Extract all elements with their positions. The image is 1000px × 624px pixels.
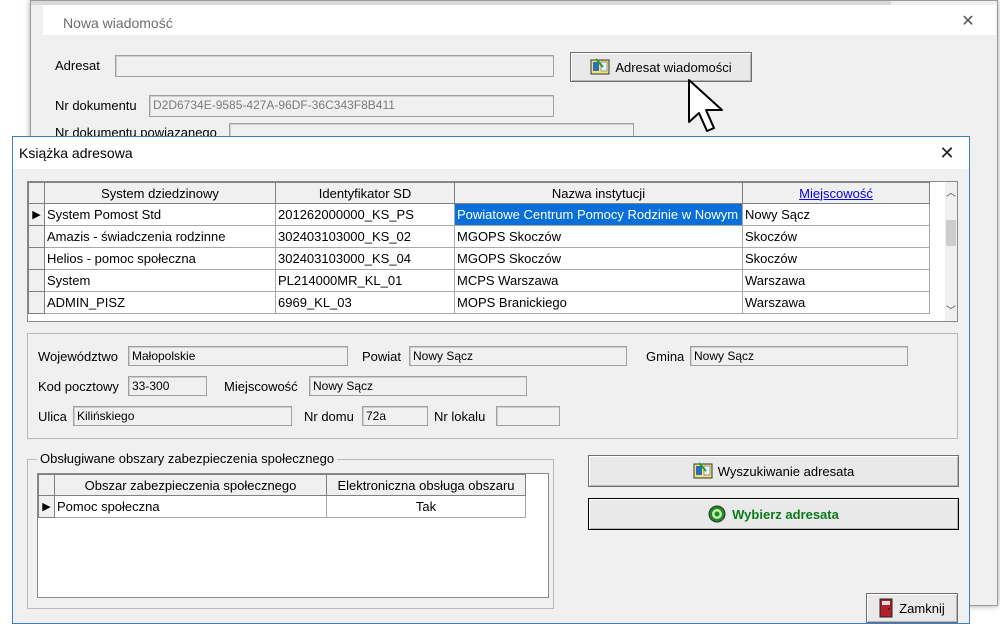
door-exit-icon (879, 598, 893, 618)
address-table: System dziedzinowy Identyfikator SD Nazw… (28, 182, 930, 314)
column-header-elektroniczna[interactable]: Elektroniczna obsługa obszaru (326, 474, 526, 496)
wybierz-adresata-button[interactable]: Wybierz adresata (588, 498, 959, 530)
table-cell[interactable]: MOPS Branickiego (454, 291, 743, 314)
indicator-header (28, 182, 45, 204)
adresat-wiadomosci-label: Adresat wiadomości (615, 59, 732, 75)
mouse-cursor-icon (688, 79, 723, 132)
row-indicator (28, 269, 45, 292)
powiat-label: Powiat (362, 349, 402, 364)
close-icon[interactable]: ✕ (935, 142, 959, 164)
table-row[interactable]: System PL214000MR_KL_01 MCPS Warszawa Wa… (28, 269, 930, 292)
table-cell[interactable]: Amazis - świadczenia rodzinne (44, 225, 276, 248)
scroll-up-icon[interactable]: ︿ (945, 184, 957, 200)
table-cell[interactable]: PL214000MR_KL_01 (275, 269, 455, 292)
wojewodztwo-field[interactable]: Małopolskie (128, 346, 348, 366)
table-cell[interactable]: 302403103000_KS_04 (275, 247, 455, 270)
table-row[interactable]: ▶ Pomoc społeczna Tak (38, 495, 526, 518)
table-cell[interactable]: MGOPS Skoczów (454, 225, 743, 248)
table-cell[interactable]: Helios - pomoc społeczna (44, 247, 276, 270)
nr-dokumentu-field[interactable]: D2D6734E-9585-427A-96DF-36C343F8B411 (149, 95, 554, 117)
nr-lokalu-field[interactable] (496, 406, 560, 426)
table-cell[interactable]: 302403103000_KS_02 (275, 225, 455, 248)
areas-table: Obszar zabezpieczenia społecznego Elektr… (38, 474, 526, 518)
table-cell[interactable]: 6969_KL_03 (275, 291, 455, 314)
table-cell[interactable]: Warszawa (742, 291, 930, 314)
row-indicator (28, 291, 45, 314)
miejscowosc-label: Miejscowość (224, 379, 298, 394)
nr-dokumentu-label: Nr dokumentu (55, 98, 137, 113)
kod-pocztowy-label: Kod pocztowy (38, 379, 119, 394)
table-row[interactable]: ADMIN_PISZ 6969_KL_03 MOPS Branickiego W… (28, 291, 930, 314)
table-cell[interactable]: System Pomost Std (44, 203, 276, 226)
row-pointer-icon: ▶ (28, 203, 45, 226)
ulica-field[interactable]: Kilińskiego (73, 406, 292, 426)
column-header-obszar[interactable]: Obszar zabezpieczenia społecznego (54, 474, 327, 496)
kod-pocztowy-field[interactable]: 33-300 (128, 376, 207, 396)
table-row[interactable]: Amazis - świadczenia rodzinne 3024031030… (28, 225, 930, 248)
indicator-header (38, 474, 55, 496)
row-indicator (28, 247, 45, 270)
zamknij-button[interactable]: Zamknij (866, 593, 958, 623)
nr-domu-label: Nr domu (304, 409, 354, 424)
address-book-titlebar: Książka adresowa ✕ (13, 137, 969, 169)
gmina-label: Gmina (646, 349, 685, 364)
address-table-header: System dziedzinowy Identyfikator SD Nazw… (28, 182, 930, 204)
areas-group-title: Obsługiwane obszary zabezpieczenia społe… (37, 451, 338, 466)
nr-domu-field[interactable]: 72a (362, 406, 428, 426)
table-row[interactable]: Helios - pomoc społeczna 302403103000_KS… (28, 247, 930, 270)
ulica-label: Ulica (38, 409, 67, 424)
table-cell[interactable]: Pomoc społeczna (54, 495, 327, 518)
table-cell[interactable]: MGOPS Skoczów (454, 247, 743, 270)
address-grid: System dziedzinowy Identyfikator SD Nazw… (27, 181, 958, 322)
gmina-field[interactable]: Nowy Sącz (690, 346, 908, 366)
address-book-window: Książka adresowa ✕ System dziedzinowy Id… (12, 136, 970, 624)
scroll-thumb[interactable] (946, 220, 956, 246)
scroll-down-icon[interactable]: ﹀ (945, 302, 957, 318)
address-book-title: Książka adresowa (19, 145, 133, 161)
nr-lokalu-label: Nr lokalu (434, 409, 486, 424)
target-icon (708, 505, 726, 523)
adresat-field[interactable] (115, 55, 554, 77)
table-cell[interactable]: Skoczów (742, 225, 930, 248)
table-cell[interactable]: 201262000000_KS_PS (275, 203, 455, 226)
row-pointer-icon: ▶ (38, 495, 55, 518)
new-message-titlebar: Nowa wiadomość ✕ (43, 5, 996, 35)
column-header-system[interactable]: System dziedzinowy (44, 182, 276, 204)
address-details-panel: Województwo Małopolskie Powiat Nowy Sącz… (27, 333, 958, 439)
row-indicator (28, 225, 45, 248)
miejscowosc-field[interactable]: Nowy Sącz (309, 376, 527, 396)
wojewodztwo-label: Województwo (38, 349, 118, 364)
wyszukiwanie-adresata-label: Wyszukiwanie adresata (717, 463, 855, 479)
table-row[interactable]: ▶ System Pomost Std 201262000000_KS_PS P… (28, 203, 930, 226)
adresat-label: Adresat (55, 58, 100, 73)
close-icon[interactable]: ✕ (957, 11, 979, 33)
table-cell[interactable]: ADMIN_PISZ (44, 291, 276, 314)
new-message-title: Nowa wiadomość (63, 15, 173, 31)
vertical-scrollbar[interactable]: ︿ ﹀ (945, 182, 957, 321)
address-book-icon (590, 58, 610, 75)
table-cell[interactable]: Warszawa (742, 269, 930, 292)
zamknij-label: Zamknij (899, 600, 945, 616)
address-book-icon (693, 462, 713, 479)
table-cell[interactable]: Tak (326, 495, 526, 518)
table-cell-selected[interactable]: Powiatowe Centrum Pomocy Rodzinie w Nowy… (454, 203, 743, 226)
column-header-identyfikator[interactable]: Identyfikator SD (275, 182, 455, 204)
wybierz-adresata-label: Wybierz adresata (732, 506, 839, 522)
table-cell[interactable]: Skoczów (742, 247, 930, 270)
wyszukiwanie-adresata-button[interactable]: Wyszukiwanie adresata (588, 455, 959, 487)
areas-table-header: Obszar zabezpieczenia społecznego Elektr… (38, 474, 526, 496)
table-cell[interactable]: MCPS Warszawa (454, 269, 743, 292)
powiat-field[interactable]: Nowy Sącz (409, 346, 627, 366)
table-cell[interactable]: System (44, 269, 276, 292)
column-header-miejscowosc[interactable]: Miejscowość (742, 182, 930, 204)
areas-grid: Obszar zabezpieczenia społecznego Elektr… (37, 473, 549, 598)
table-cell[interactable]: Nowy Sącz (742, 203, 930, 226)
column-header-nazwa[interactable]: Nazwa instytucji (454, 182, 743, 204)
